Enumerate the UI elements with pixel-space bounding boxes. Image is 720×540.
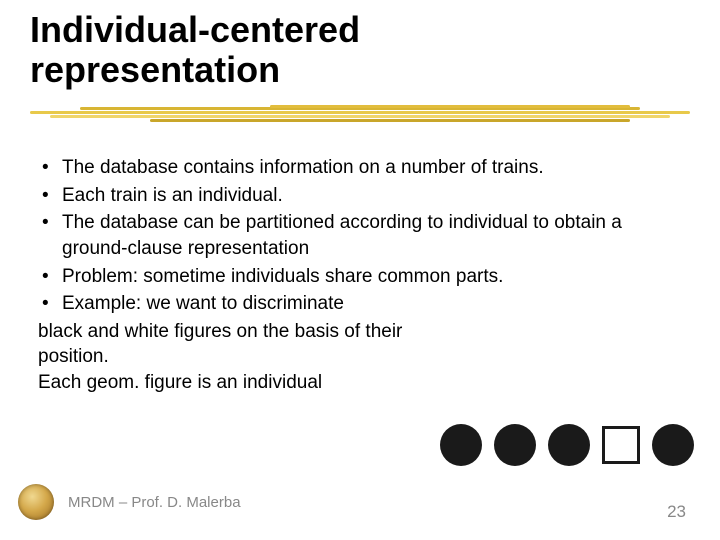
underline-stroke: [50, 115, 670, 118]
bullet-item: The database can be partitioned accordin…: [38, 210, 678, 261]
underline-stroke: [30, 111, 690, 114]
slide-body: The database contains information on a n…: [38, 155, 678, 396]
page-number: 23: [667, 502, 686, 522]
continuation-line: position.: [38, 344, 678, 370]
bullet-item: Example: we want to discriminate: [38, 291, 678, 317]
university-seal-icon: [18, 484, 54, 520]
continuation-text: black and white figures on the basis of …: [38, 319, 678, 396]
bullet-item: Each train is an individual.: [38, 183, 678, 209]
slide-title: Individual-centered representation: [30, 10, 360, 91]
bullet-item: The database contains information on a n…: [38, 155, 678, 181]
black-circle-icon: [652, 424, 694, 466]
figure-row: [440, 424, 694, 466]
bullet-item: Problem: sometime individuals share comm…: [38, 264, 678, 290]
title-underline: [30, 105, 690, 125]
continuation-line: Each geom. figure is an individual: [38, 370, 678, 396]
black-circle-icon: [548, 424, 590, 466]
black-circle-icon: [494, 424, 536, 466]
title-line-2: representation: [30, 49, 280, 90]
bullet-list: The database contains information on a n…: [38, 155, 678, 317]
slide-footer: MRDM – Prof. D. Malerba: [18, 484, 241, 520]
underline-stroke: [150, 119, 630, 122]
white-square-icon: [602, 426, 640, 464]
footer-text: MRDM – Prof. D. Malerba: [68, 494, 241, 511]
black-circle-icon: [440, 424, 482, 466]
underline-stroke: [270, 105, 630, 108]
continuation-line: black and white figures on the basis of …: [38, 319, 678, 345]
title-line-1: Individual-centered: [30, 9, 360, 50]
